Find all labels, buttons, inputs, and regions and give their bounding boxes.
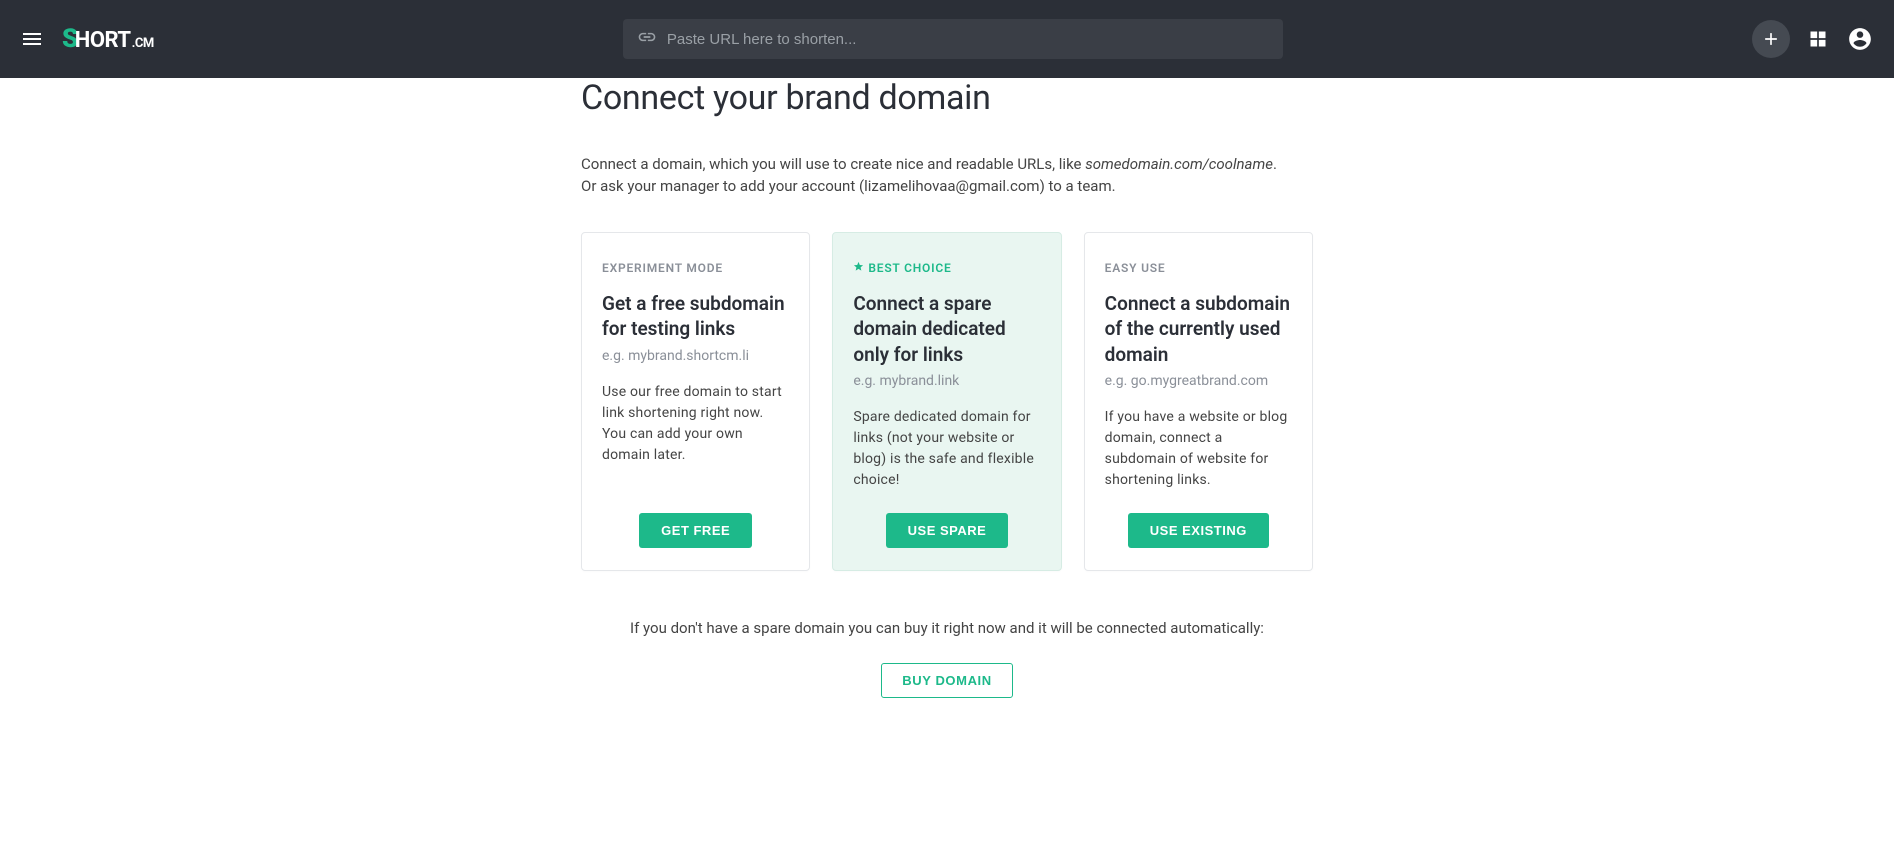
intro-text: Connect a domain, which you will use to … (581, 154, 1313, 198)
card-best-choice: BEST CHOICE Connect a spare domain dedic… (832, 232, 1061, 572)
use-spare-button[interactable]: USE SPARE (886, 513, 1009, 548)
account-icon[interactable] (1846, 25, 1874, 53)
apps-icon[interactable] (1804, 25, 1832, 53)
logo-text: HORT (75, 28, 131, 53)
card-label: EASY USE (1105, 261, 1292, 275)
header-actions (1752, 20, 1874, 58)
card-example: e.g. mybrand.shortcm.li (602, 348, 789, 364)
card-label: BEST CHOICE (853, 261, 1040, 275)
intro-example: somedomain.com/coolname (1085, 155, 1273, 173)
search-box[interactable] (623, 19, 1283, 59)
card-experiment: EXPERIMENT MODE Get a free subdomain for… (581, 232, 810, 572)
use-existing-button[interactable]: USE EXISTING (1128, 513, 1269, 548)
card-desc: Use our free domain to start link shorte… (602, 382, 789, 492)
logo-suffix: .CM (132, 36, 154, 51)
card-title: Connect a spare domain dedicated only fo… (853, 291, 1040, 368)
intro-part2: . (1273, 155, 1277, 173)
card-easy-use: EASY USE Connect a subdomain of the curr… (1084, 232, 1313, 572)
app-header: S HORT .CM (0, 0, 1894, 78)
buy-domain-button[interactable]: BUY DOMAIN (881, 663, 1013, 698)
buy-section: If you don't have a spare domain you can… (581, 619, 1313, 698)
card-title: Connect a subdomain of the currently use… (1105, 291, 1292, 368)
get-free-button[interactable]: GET FREE (639, 513, 752, 548)
card-label-text: BEST CHOICE (868, 261, 951, 275)
intro-part1: Connect a domain, which you will use to … (581, 155, 1085, 173)
hamburger-menu-icon[interactable] (20, 27, 44, 51)
intro-line2: Or ask your manager to add your account … (581, 177, 1116, 195)
link-icon (637, 27, 657, 51)
content: Connect your brand domain Connect a doma… (581, 78, 1313, 698)
plan-cards: EXPERIMENT MODE Get a free subdomain for… (581, 232, 1313, 572)
card-label: EXPERIMENT MODE (602, 261, 789, 275)
card-example: e.g. go.mygreatbrand.com (1105, 373, 1292, 389)
card-desc: Spare dedicated domain for links (not yo… (853, 407, 1040, 491)
star-icon (853, 261, 864, 275)
card-title: Get a free subdomain for testing links (602, 291, 789, 342)
card-desc: If you have a website or blog domain, co… (1105, 407, 1292, 491)
search-wrap (154, 19, 1752, 59)
card-example: e.g. mybrand.link (853, 373, 1040, 389)
page-container: Connect your brand domain Connect a doma… (0, 78, 1894, 698)
add-button[interactable] (1752, 20, 1790, 58)
logo[interactable]: S HORT .CM (62, 24, 154, 54)
page-title: Connect your brand domain (581, 78, 1313, 118)
search-input[interactable] (667, 31, 1269, 48)
buy-domain-text: If you don't have a spare domain you can… (581, 619, 1313, 637)
